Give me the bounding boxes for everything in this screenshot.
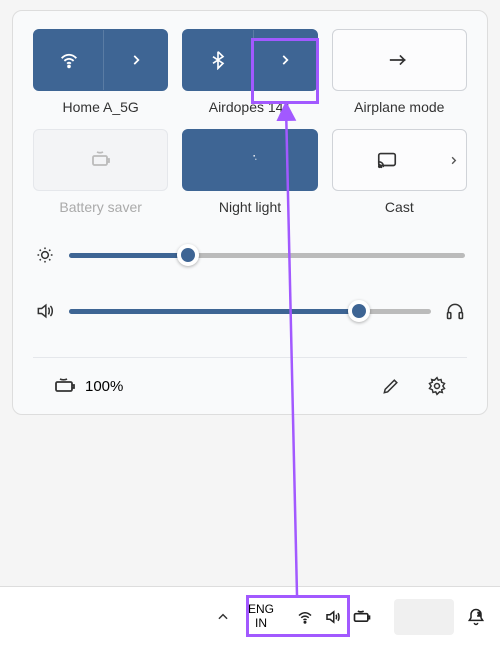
chevron-right-icon: [278, 53, 292, 67]
taskbar-spacer: [394, 599, 454, 635]
volume-slider-row: [35, 301, 465, 321]
night-light-tile: [182, 129, 317, 191]
tray-chevron-up-icon[interactable]: [210, 604, 236, 630]
bluetooth-toggle[interactable]: [183, 30, 252, 90]
wifi-tile: [33, 29, 168, 91]
bluetooth-label: Airdopes 141: [209, 99, 292, 115]
cast-tile: [332, 129, 467, 191]
settings-button[interactable]: [423, 372, 451, 400]
volume-slider[interactable]: [69, 309, 431, 314]
battery-saver-tile: [33, 129, 168, 191]
wifi-icon: [58, 49, 80, 71]
wifi-expand-button[interactable]: [103, 30, 167, 90]
volume-icon: [324, 608, 342, 626]
wifi-label: Home A_5G: [63, 99, 139, 115]
airplane-icon: [388, 49, 410, 71]
cast-label: Cast: [385, 199, 414, 215]
tiles-grid: Home A_5G Airdopes 141: [33, 29, 467, 215]
night-light-toggle[interactable]: [183, 130, 316, 190]
battery-percent-text: 100%: [85, 378, 123, 395]
brightness-slider[interactable]: [69, 253, 465, 258]
svg-text:z: z: [478, 611, 481, 618]
battery-icon: [352, 607, 372, 627]
wifi-icon: [296, 608, 314, 626]
brightness-slider-row: [35, 245, 465, 265]
panel-footer: 100%: [33, 357, 467, 414]
system-tray-icons[interactable]: [286, 601, 382, 633]
volume-icon: [35, 301, 55, 321]
quick-settings-panel: Home A_5G Airdopes 141: [12, 10, 488, 415]
night-light-icon: [240, 150, 260, 170]
headphones-icon[interactable]: [445, 301, 465, 321]
cast-expand-button[interactable]: [441, 130, 466, 190]
language-indicator[interactable]: ENG IN: [248, 603, 274, 629]
battery-icon: [53, 374, 77, 398]
chevron-right-icon: [448, 155, 459, 166]
focus-assist-icon[interactable]: z: [466, 607, 486, 627]
battery-status[interactable]: 100%: [53, 374, 123, 398]
night-light-label: Night light: [219, 199, 281, 215]
edit-button[interactable]: [377, 372, 405, 400]
cast-icon: [376, 149, 398, 171]
bluetooth-tile: [182, 29, 317, 91]
battery-saver-label: Battery saver: [59, 199, 141, 215]
chevron-right-icon: [129, 53, 143, 67]
battery-saver-toggle: [34, 130, 167, 190]
airplane-tile: [332, 29, 467, 91]
cast-toggle[interactable]: [333, 130, 441, 190]
bluetooth-expand-button[interactable]: [253, 30, 317, 90]
airplane-toggle[interactable]: [333, 30, 466, 90]
wifi-toggle[interactable]: [34, 30, 103, 90]
taskbar: ENG IN z: [0, 586, 500, 646]
sliders-section: [33, 245, 467, 321]
bluetooth-icon: [208, 50, 228, 70]
brightness-icon: [35, 245, 55, 265]
airplane-label: Airplane mode: [354, 99, 444, 115]
battery-saver-icon: [89, 148, 113, 172]
